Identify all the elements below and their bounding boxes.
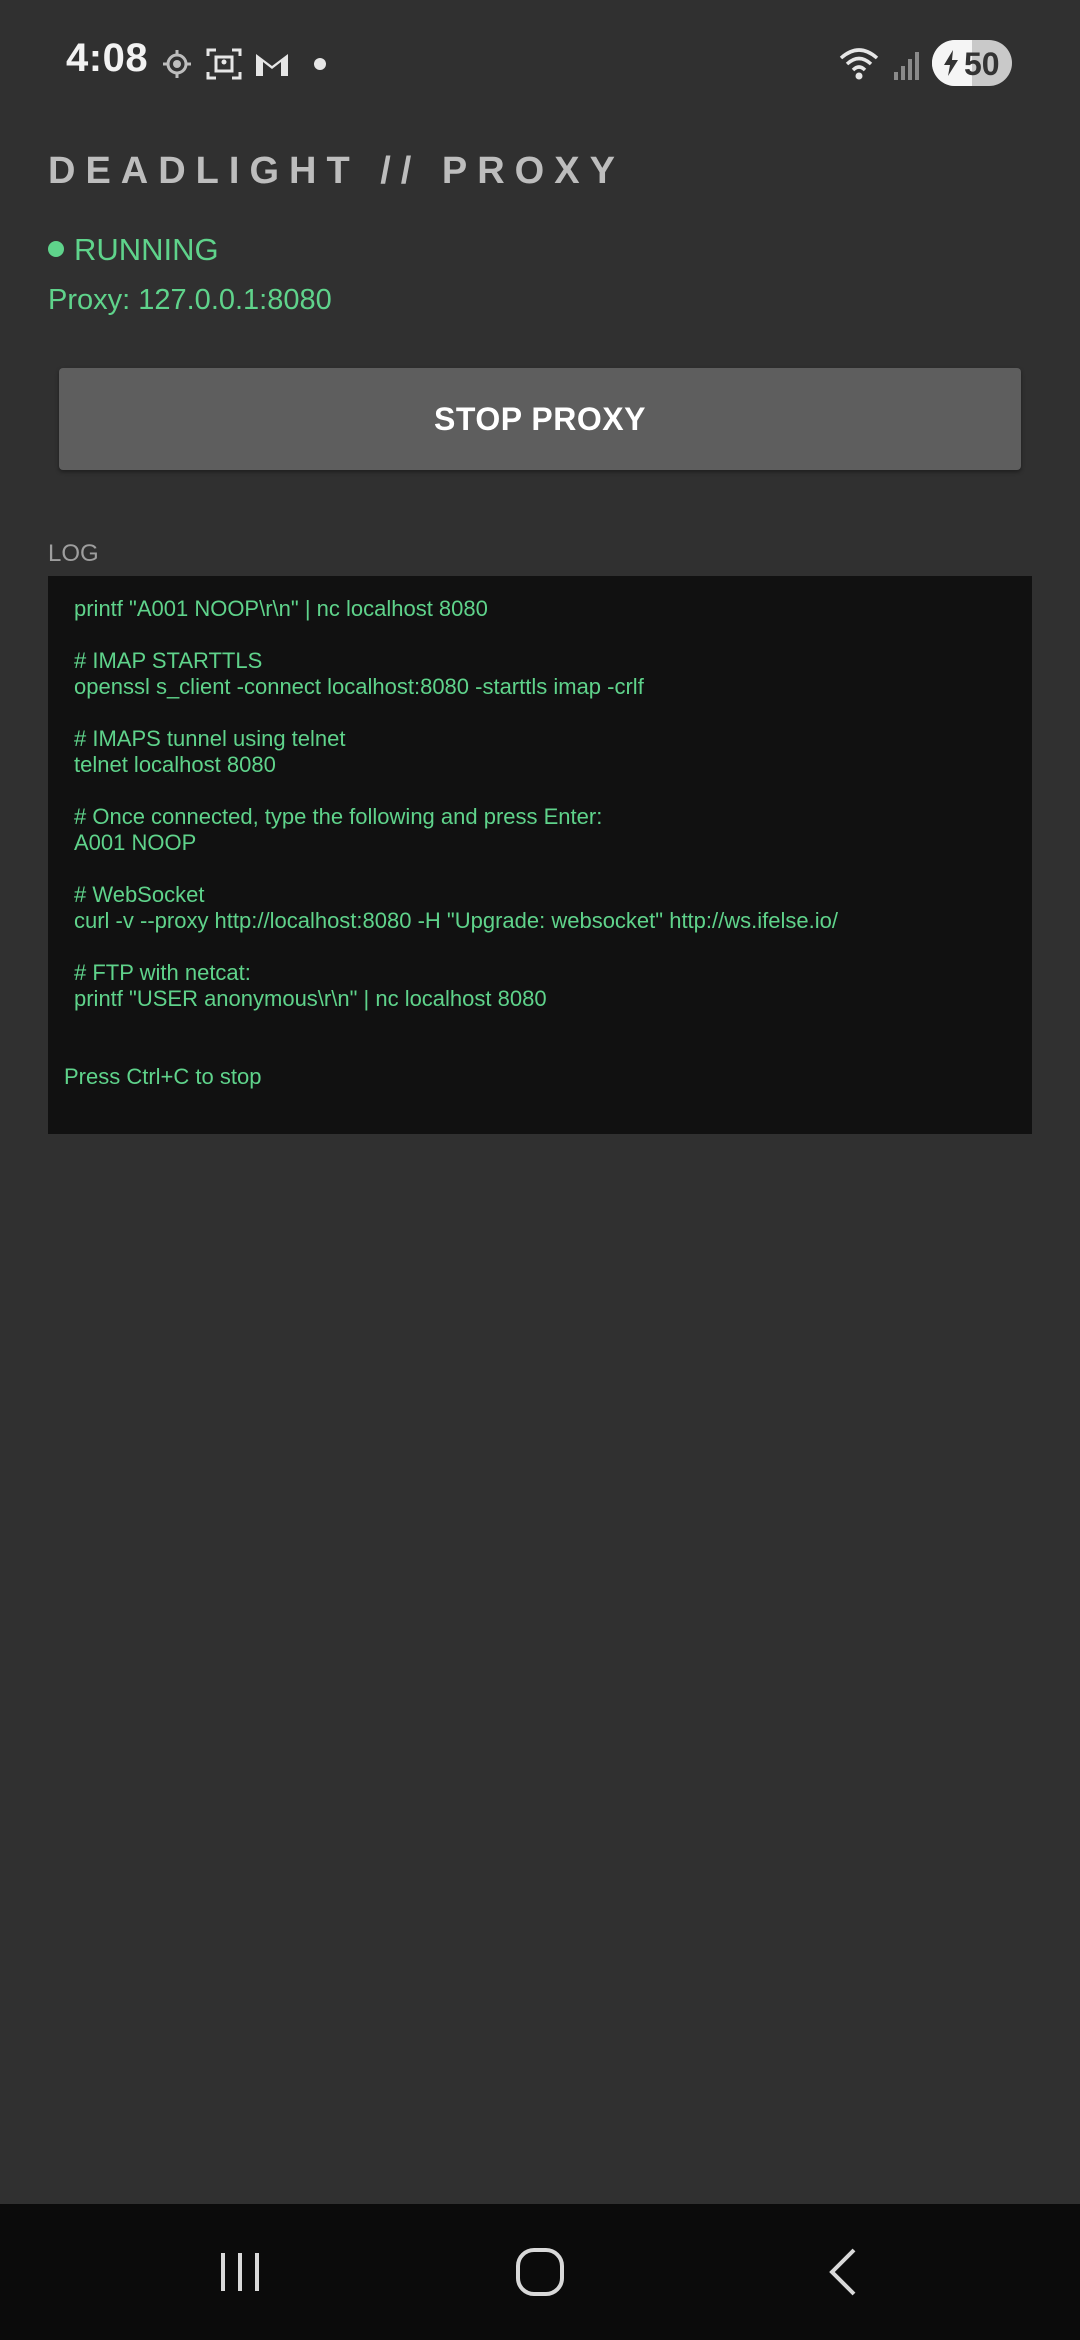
status-dot-icon — [48, 240, 64, 257]
home-icon — [516, 2248, 564, 2296]
log-line: # IMAP STARTTLS — [74, 648, 263, 673]
back-button[interactable] — [764, 2204, 924, 2340]
log-panel[interactable]: printf "A001 NOOP\r\n" | nc localhost 80… — [48, 576, 1032, 1134]
proxy-address: Proxy: 127.0.0.1:8080 — [48, 284, 332, 316]
gmail-icon — [254, 44, 290, 84]
location-icon — [162, 44, 192, 84]
proxy-status-text: RUNNING — [74, 232, 219, 267]
status-bar: 4:08 50 — [0, 0, 1080, 120]
log-line: # FTP with netcat: — [74, 960, 251, 985]
battery-level: 50 — [964, 46, 1000, 82]
nav-bar — [0, 2204, 1080, 2340]
bolt-icon — [944, 50, 958, 76]
log-line: curl -v --proxy http://localhost:8080 -H… — [74, 908, 838, 933]
log-footer: Press Ctrl+C to stop — [64, 1064, 262, 1089]
home-button[interactable] — [460, 2204, 620, 2340]
log-line: telnet localhost 8080 — [74, 752, 276, 777]
status-time: 4:08 — [66, 36, 149, 80]
recent-apps-button[interactable] — [160, 2204, 320, 2340]
log-line: openssl s_client -connect localhost:8080… — [74, 674, 644, 699]
log-line: A001 NOOP — [74, 830, 197, 855]
log-line: # Once connected, type the following and… — [74, 804, 603, 829]
log-line: # IMAPS tunnel using telnet — [74, 726, 346, 751]
dot-icon — [312, 44, 328, 84]
log-label: LOG — [48, 540, 99, 567]
back-icon — [829, 2248, 856, 2296]
app-title: DEADLIGHT // PROXY — [48, 150, 625, 192]
log-line: # WebSocket — [74, 882, 205, 907]
stop-proxy-button[interactable]: STOP PROXY — [59, 368, 1021, 470]
recent-apps-icon — [221, 2253, 259, 2291]
battery-charging-icon: 50 — [932, 40, 1012, 86]
wifi-icon — [838, 44, 880, 84]
screenshot-icon — [206, 44, 242, 84]
log-line: printf "A001 NOOP\r\n" | nc localhost 80… — [74, 596, 488, 621]
log-line: printf "USER anonymous\r\n" | nc localho… — [74, 986, 547, 1011]
proxy-status: RUNNING — [48, 232, 219, 268]
signal-icon — [892, 44, 922, 84]
